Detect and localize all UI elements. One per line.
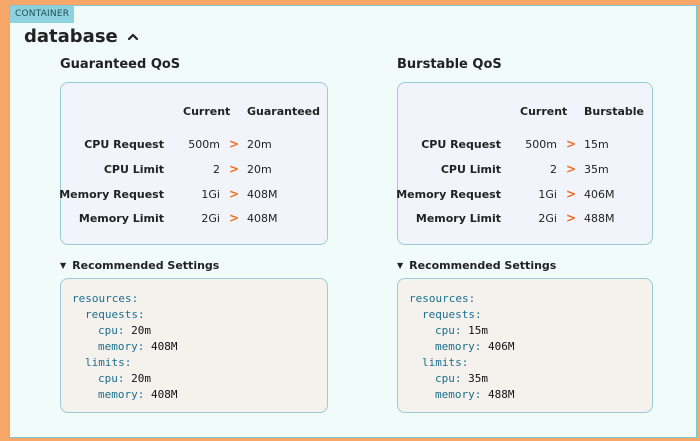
chevron-up-icon <box>127 33 138 40</box>
row-target: 15m <box>584 138 609 151</box>
row-label: CPU Limit <box>103 163 164 176</box>
yaml-limits-key: limits: <box>422 356 469 369</box>
arrow-icon: > <box>566 211 577 225</box>
container-name: database <box>24 26 118 47</box>
burstable-qos-card: Current Burstable CPU Request 500m > 15m… <box>396 82 653 245</box>
header-current: Current <box>520 105 568 118</box>
row-current: 2 <box>550 163 557 176</box>
row-label: CPU Request <box>84 138 164 151</box>
row-label: Memory Limit <box>415 212 501 225</box>
container-title-toggle[interactable]: database <box>24 26 139 47</box>
container-tag: CONTAINER <box>10 6 75 23</box>
row-target: 408M <box>247 188 278 201</box>
yaml-resources-key: resources: <box>409 292 476 305</box>
header-burstable: Burstable <box>584 105 644 118</box>
yaml-limits-cpu: cpu: 20m <box>98 372 151 385</box>
guaranteed-recommended-toggle[interactable]: ▼ Recommended Settings <box>60 259 219 272</box>
row-label: Memory Request <box>396 188 501 201</box>
header-current: Current <box>183 105 231 118</box>
yaml-requests-key: requests: <box>85 308 145 321</box>
row-current: 1Gi <box>538 188 557 201</box>
yaml-limits-cpu: cpu: 35m <box>435 372 488 385</box>
yaml-limits-memory: memory: 408M <box>98 388 178 401</box>
yaml-limits-memory: memory: 488M <box>435 388 515 401</box>
arrow-icon: > <box>229 187 240 201</box>
row-label: Memory Limit <box>78 212 164 225</box>
burstable-qos-table: Current Burstable CPU Request 500m > 15m… <box>396 83 652 244</box>
row-target: 488M <box>584 212 615 225</box>
yaml-resources-key: resources: <box>72 292 139 305</box>
recommended-settings-label: Recommended Settings <box>409 259 557 272</box>
arrow-icon: > <box>566 187 577 201</box>
triangle-down-icon: ▼ <box>60 261 67 270</box>
header-guaranteed: Guaranteed <box>247 105 321 118</box>
yaml-requests-memory: memory: 406M <box>435 340 515 353</box>
arrow-icon: > <box>229 162 240 176</box>
row-label: CPU Limit <box>440 163 501 176</box>
yaml-requests-memory: memory: 408M <box>98 340 178 353</box>
yaml-requests-cpu: cpu: 15m <box>435 324 488 337</box>
row-current: 2Gi <box>201 212 220 225</box>
yaml-requests-cpu: cpu: 20m <box>98 324 151 337</box>
row-target: 20m <box>247 163 272 176</box>
guaranteed-qos-card: Current Guaranteed CPU Request 500m > 20… <box>59 82 328 245</box>
burstable-yaml-block: resources: requests: cpu: 15m memory: 40… <box>397 278 653 413</box>
burstable-qos-title: Burstable QoS <box>397 57 502 72</box>
burstable-recommended-toggle[interactable]: ▼ Recommended Settings <box>397 259 556 272</box>
row-current: 2Gi <box>538 212 557 225</box>
recommended-settings-label: Recommended Settings <box>72 259 220 272</box>
row-current: 500m <box>188 138 220 151</box>
guaranteed-qos-table: Current Guaranteed CPU Request 500m > 20… <box>59 83 327 244</box>
row-target: 35m <box>584 163 609 176</box>
row-label: CPU Request <box>421 138 501 151</box>
row-target: 20m <box>247 138 272 151</box>
row-current: 2 <box>213 163 220 176</box>
arrow-icon: > <box>229 211 240 225</box>
arrow-icon: > <box>566 137 577 151</box>
arrow-icon: > <box>229 137 240 151</box>
row-target: 406M <box>584 188 615 201</box>
row-label: Memory Request <box>59 188 164 201</box>
row-target: 408M <box>247 212 278 225</box>
row-current: 500m <box>525 138 557 151</box>
guaranteed-yaml-block: resources: requests: cpu: 20m memory: 40… <box>60 278 328 413</box>
container-panel: CONTAINER database Guaranteed QoS Curren… <box>9 5 697 438</box>
triangle-down-icon: ▼ <box>397 261 404 270</box>
guaranteed-qos-title: Guaranteed QoS <box>60 57 181 72</box>
yaml-requests-key: requests: <box>422 308 482 321</box>
row-current: 1Gi <box>201 188 220 201</box>
yaml-limits-key: limits: <box>85 356 132 369</box>
arrow-icon: > <box>566 162 577 176</box>
